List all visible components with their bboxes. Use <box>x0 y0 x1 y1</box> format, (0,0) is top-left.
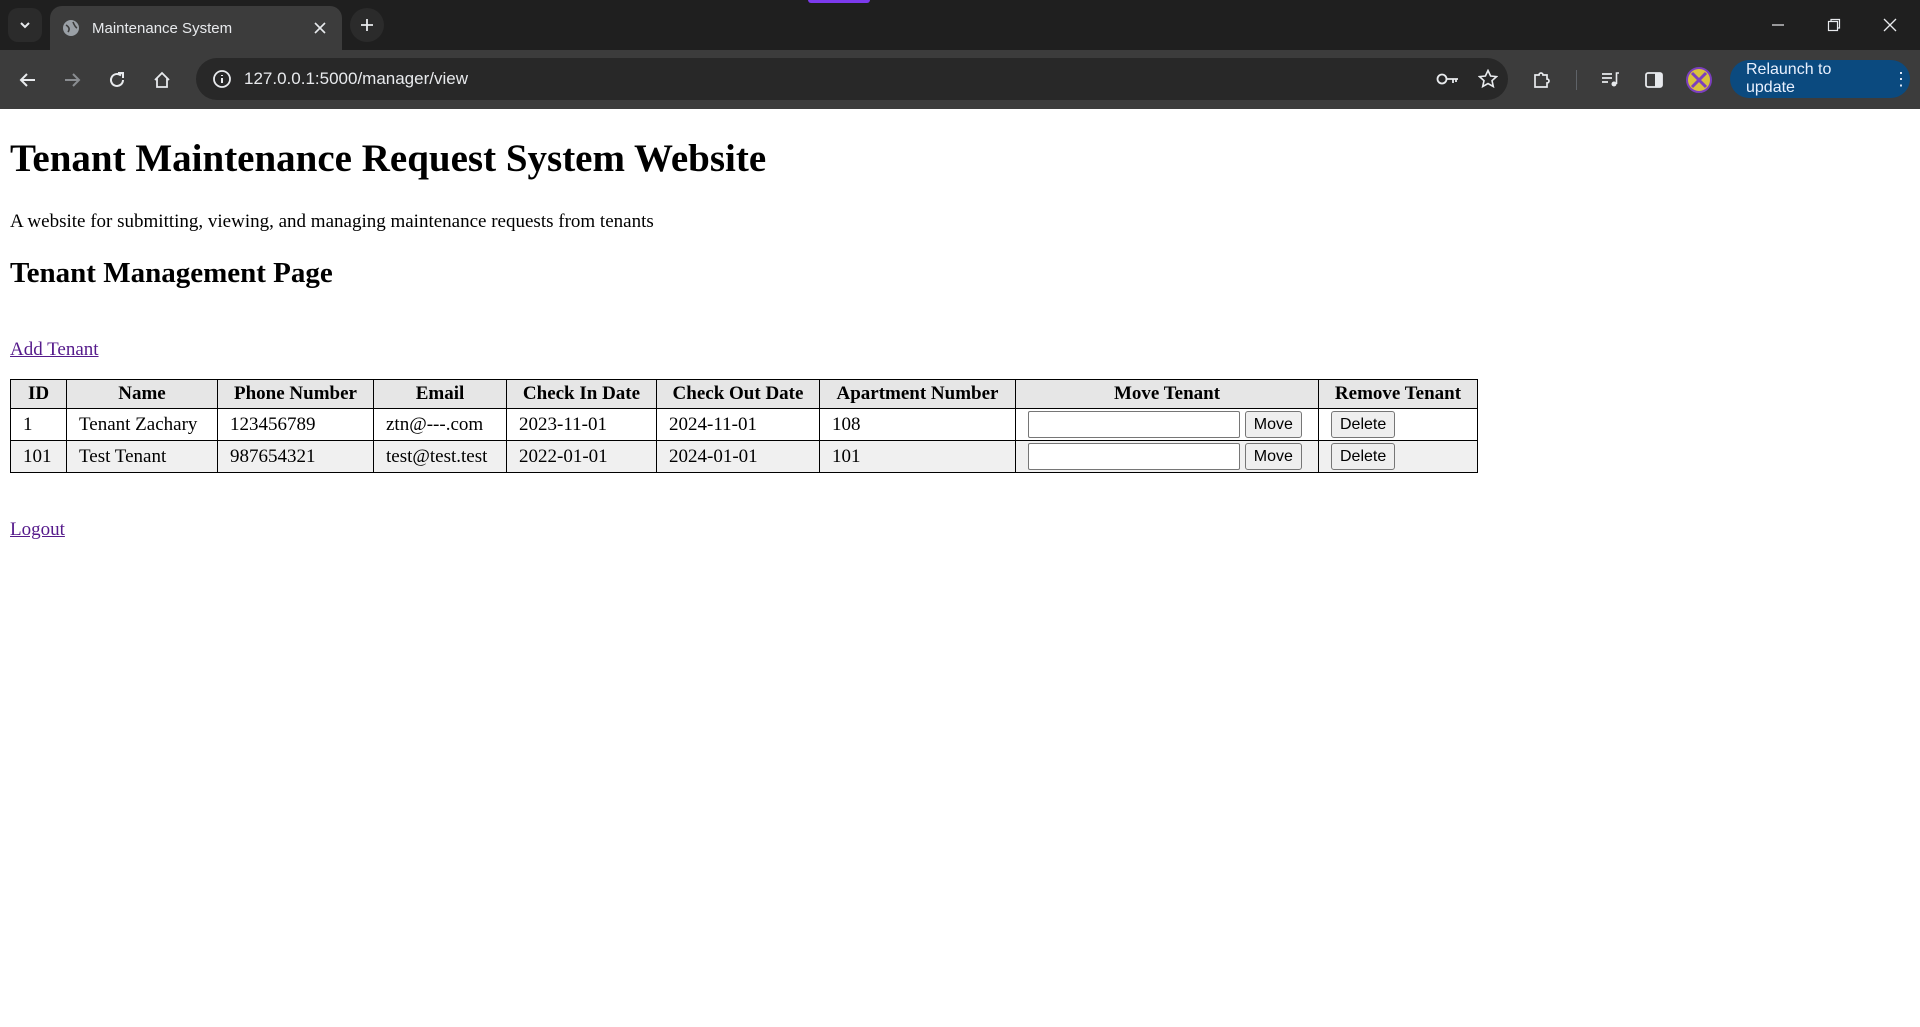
add-tenant-link[interactable]: Add Tenant <box>10 339 99 361</box>
tab-search-icon <box>20 22 30 29</box>
delete-button[interactable]: Delete <box>1331 443 1396 470</box>
delete-button[interactable]: Delete <box>1331 411 1396 438</box>
tab-title: Maintenance System <box>92 19 233 37</box>
site-info-button[interactable] <box>202 58 242 100</box>
toolbar-divider <box>1576 70 1577 90</box>
logout-link[interactable]: Logout <box>10 519 65 541</box>
cell-check-in: 2022-01-01 <box>506 440 657 473</box>
column-header-apartment: Apartment Number <box>819 379 1016 409</box>
home-button[interactable] <box>144 62 180 98</box>
bookmark-star-icon <box>1478 69 1498 89</box>
address-bar[interactable]: 127.0.0.1:5000/manager/view <box>196 58 1508 100</box>
window-close-button[interactable] <box>1862 0 1918 50</box>
close-icon <box>314 22 326 34</box>
media-control-icon <box>1602 72 1619 87</box>
reload-button[interactable] <box>99 62 135 98</box>
cell-email: test@test.test <box>373 440 507 473</box>
cell-phone: 987654321 <box>217 440 374 473</box>
forward-arrow-icon <box>65 73 81 87</box>
restore-button[interactable] <box>1806 0 1862 50</box>
tab-group-accent <box>808 0 870 3</box>
column-header-move-tenant: Move Tenant <box>1015 379 1319 409</box>
site-info-icon <box>213 70 231 88</box>
browser-tab-active[interactable]: Maintenance System <box>50 6 342 50</box>
cell-id: 101 <box>10 440 67 473</box>
relaunch-to-update-button[interactable]: Relaunch to update ⋮ <box>1730 60 1910 98</box>
forward-button[interactable] <box>54 62 90 98</box>
url-text[interactable]: 127.0.0.1:5000/manager/view <box>242 69 1428 89</box>
cell-check-out: 2024-11-01 <box>656 408 820 441</box>
column-header-phone: Phone Number <box>217 379 374 409</box>
password-manager-button[interactable] <box>1428 58 1468 100</box>
move-button[interactable]: Move <box>1244 411 1302 438</box>
move-apartment-input[interactable] <box>1028 443 1240 470</box>
page-description: A website for submitting, viewing, and m… <box>10 211 654 232</box>
cell-check-out: 2024-01-01 <box>656 440 820 473</box>
restore-icon <box>1827 18 1841 32</box>
window-close-icon <box>1883 18 1897 32</box>
cell-move-tenant: Move <box>1015 408 1319 441</box>
page-content: Tenant Maintenance Request System Websit… <box>10 109 1910 541</box>
minimize-icon <box>1772 24 1784 26</box>
column-header-check-in: Check In Date <box>506 379 657 409</box>
column-header-email: Email <box>373 379 507 409</box>
cell-apartment: 101 <box>819 440 1016 473</box>
profile-avatar-icon <box>1686 67 1712 93</box>
password-key-icon <box>1436 73 1458 85</box>
cell-remove-tenant: Delete <box>1318 440 1478 473</box>
tab-strip: Maintenance System <box>0 0 1920 50</box>
move-button[interactable]: Move <box>1244 443 1302 470</box>
new-tab-button[interactable] <box>350 8 384 42</box>
cell-check-in: 2023-11-01 <box>506 408 657 441</box>
tab-close-button[interactable] <box>310 18 330 38</box>
column-header-check-out: Check Out Date <box>656 379 820 409</box>
side-panel-icon <box>1645 72 1663 88</box>
profile-button[interactable] <box>1681 62 1717 98</box>
globe-favicon-icon <box>63 20 79 36</box>
browser-chrome: Maintenance System 127.0.0.1:5000/manage… <box>0 0 1920 109</box>
table-row: 1 Tenant Zachary 123456789 ztn@---.com 2… <box>10 408 1478 441</box>
cell-name: Tenant Zachary <box>66 408 218 441</box>
table-row: 101 Test Tenant 987654321 test@test.test… <box>10 440 1478 473</box>
cell-name: Test Tenant <box>66 440 218 473</box>
cell-id: 1 <box>10 408 67 441</box>
extensions-puzzle-icon <box>1534 72 1550 88</box>
move-apartment-input[interactable] <box>1028 411 1240 438</box>
cell-phone: 123456789 <box>217 408 374 441</box>
page-title: Tenant Maintenance Request System Websit… <box>10 137 767 180</box>
plus-icon <box>361 19 373 31</box>
section-title: Tenant Management Page <box>10 257 333 289</box>
home-icon <box>154 71 170 88</box>
minimize-button[interactable] <box>1750 0 1806 50</box>
back-arrow-icon <box>19 73 35 87</box>
relaunch-label: Relaunch to update <box>1746 61 1832 96</box>
cell-email: ztn@---.com <box>373 408 507 441</box>
cell-remove-tenant: Delete <box>1318 408 1478 441</box>
cell-apartment: 108 <box>819 408 1016 441</box>
column-header-remove-tenant: Remove Tenant <box>1318 379 1478 409</box>
reload-icon <box>110 72 124 87</box>
table-header-row: ID Name Phone Number Email Check In Date… <box>10 379 1478 409</box>
cell-move-tenant: Move <box>1015 440 1319 473</box>
media-control-button[interactable] <box>1592 62 1628 98</box>
kebab-menu-icon[interactable]: ⋮ <box>1892 70 1910 88</box>
bookmark-button[interactable] <box>1468 58 1508 100</box>
tenants-table: ID Name Phone Number Email Check In Date… <box>10 379 1478 473</box>
tab-search-button[interactable] <box>8 8 42 42</box>
column-header-id: ID <box>10 379 67 409</box>
back-button[interactable] <box>10 62 46 98</box>
column-header-name: Name <box>66 379 218 409</box>
browser-toolbar: 127.0.0.1:5000/manager/view Relaunch to … <box>0 50 1920 109</box>
extensions-button[interactable] <box>1524 62 1560 98</box>
side-panel-button[interactable] <box>1636 62 1672 98</box>
